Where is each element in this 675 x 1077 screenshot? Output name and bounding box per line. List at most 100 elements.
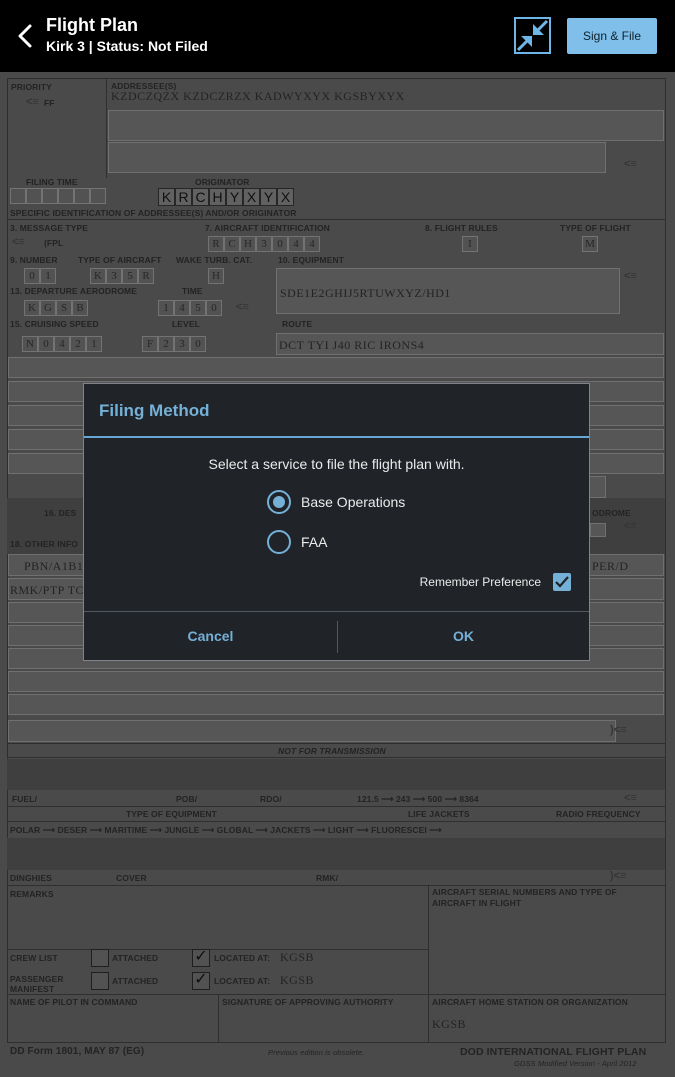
app-header: Flight Plan Kirk 3 | Status: Not Filed S… [0,0,675,72]
passenger-attached-checkbox[interactable] [91,972,109,990]
route-label: ROUTE [282,319,313,329]
sign-and-file-button[interactable]: Sign & File [567,18,657,54]
filing-method-dialog: Filing Method Select a service to file t… [83,383,590,661]
type-aircraft-boxes[interactable]: K35R [90,268,154,284]
priority-label: PRIORITY [11,82,52,92]
filing-time-boxes[interactable] [10,188,106,204]
char-box: 0 [38,336,54,352]
char-box: Y [226,188,243,206]
remember-preference[interactable]: Remember Preference [420,573,571,591]
char-box: K [24,300,40,316]
option-base-operations[interactable]: Base Operations [267,490,405,514]
departure-boxes[interactable]: KGSB [24,300,88,316]
not-for-transmission: NOT FOR TRANSMISSION [278,746,386,756]
char-box: X [277,188,294,206]
char-box: 3 [106,268,122,284]
passenger-label: PASSENGER MANIFEST [10,974,64,994]
remember-preference-label: Remember Preference [419,575,541,589]
aircraft-id-label: 7. AIRCRAFT IDENTIFICATION [205,223,330,233]
addressee-arrow-icon: <≡ [624,158,637,170]
signature-label: SIGNATURE OF APPROVING AUTHORITY [222,997,394,1007]
char-box: C [192,188,209,206]
departure-arrow-icon: <≡ [236,301,249,313]
cancel-button[interactable]: Cancel [84,612,337,660]
char-box: 5 [190,300,206,316]
char-box: H [240,236,256,252]
char-box: 0 [272,236,288,252]
radio-frequency-label: RADIO FREQUENCY [556,809,641,819]
char-box: 2 [158,336,174,352]
option-faa[interactable]: FAA [267,530,327,554]
dinghies-arrow-icon: )<≡ [610,870,627,882]
char-box: X [243,188,260,206]
fuel-arrow-icon: <≡ [624,792,637,804]
life-jackets-label: LIFE JACKETS [408,809,470,819]
equipment-value: SDE1E2GHIJ5RTUWXYZ/HD1 [280,286,451,300]
type-of-flight-box[interactable]: M [582,236,598,252]
number-boxes[interactable]: 01 [24,268,56,284]
radio-freqs: 121.5 ⟶ 243 ⟶ 500 ⟶ 8364 [357,794,479,804]
char-box: 4 [288,236,304,252]
passenger-attached-label: ATTACHED [112,976,159,986]
dinghies-rmk-label: RMK/ [316,873,339,883]
ok-button[interactable]: OK [338,612,589,660]
aircraft-id-boxes[interactable]: RCH3044 [208,236,320,252]
pbn-value: PBN/A1B1C [24,559,92,573]
crew-list-label: CREW LIST [10,953,58,963]
addressee-field-3[interactable] [108,142,606,173]
aerodrome-box[interactable] [590,523,606,537]
home-station-value: KGSB [432,1017,467,1031]
rmk-value: RMK/PTP TC [10,583,85,597]
page-subtitle: Kirk 3 | Status: Not Filed [46,38,208,54]
message-arrow-icon: <≡ [12,236,25,248]
char-box: 1 [158,300,174,316]
passenger-located-label: LOCATED AT: [214,976,271,986]
number-label: 9. NUMBER [10,255,58,265]
crew-attached-checkbox[interactable] [91,949,109,967]
other-info-row-6[interactable] [8,671,664,692]
char-box: Y [260,188,277,206]
pilot-label: NAME OF PILOT IN COMMAND [10,997,138,1007]
addressees-value[interactable]: KZDCZQZX KZDCZRZX KADWYXYX KGSBYXYX [111,89,405,104]
fuel-label: FUEL/ [12,794,38,804]
char-box: 2 [70,336,86,352]
other-info-row-7[interactable] [8,694,664,715]
time-boxes[interactable]: 1450 [158,300,222,316]
specific-id-label: SPECIFIC IDENTIFICATION OF ADDRESSEE(S) … [10,208,297,218]
radio-selected-icon[interactable] [267,490,291,514]
check-icon[interactable] [553,573,571,591]
flight-rules-box[interactable]: I [462,236,478,252]
survival-row: POLAR ⟶ DESER ⟶ MARITIME ⟶ JUNGLE ⟶ GLOB… [10,825,442,835]
char-box: R [175,188,192,206]
addressee-field-2[interactable] [108,110,664,141]
level-boxes[interactable]: F230 [142,336,206,352]
wake-label: WAKE TURB. CAT. [176,255,252,265]
form-name: DOD INTERNATIONAL FLIGHT PLAN [460,1046,647,1058]
passenger-located-value: KGSB [280,973,315,987]
destination-label: 16. DES [44,508,77,518]
departure-label: 13. DEPARTURE AERODROME [10,286,137,296]
message-type-label: 3. MESSAGE TYPE [10,223,89,233]
other-info-label: 18. OTHER INFO [10,539,78,549]
char-box: 4 [54,336,70,352]
back-chevron-icon[interactable] [14,22,38,50]
cruising-boxes[interactable]: N0421 [22,336,102,352]
char-box: N [22,336,38,352]
collapse-icon[interactable] [514,17,551,54]
char-box: G [40,300,56,316]
crew-located-checkbox[interactable]: ✓ [192,949,210,967]
time-label: TIME [182,286,203,296]
route-row-2[interactable] [8,357,664,378]
other-info-row-8[interactable] [8,720,616,742]
wake-box[interactable]: H [208,268,224,284]
aerodrome-label: ODROME [592,508,631,518]
originator-boxes[interactable]: KRCHYXYX [158,188,294,206]
char-box: 5 [122,268,138,284]
level-label: LEVEL [172,319,200,329]
flight-rules-label: 8. FLIGHT RULES [425,223,498,233]
dialog-prompt: Select a service to file the flight plan… [208,456,465,472]
passenger-located-checkbox[interactable]: ✓ [192,972,210,990]
cruising-label: 15. CRUISING SPEED [10,319,99,329]
char-box: 4 [304,236,320,252]
radio-unselected-icon[interactable] [267,530,291,554]
